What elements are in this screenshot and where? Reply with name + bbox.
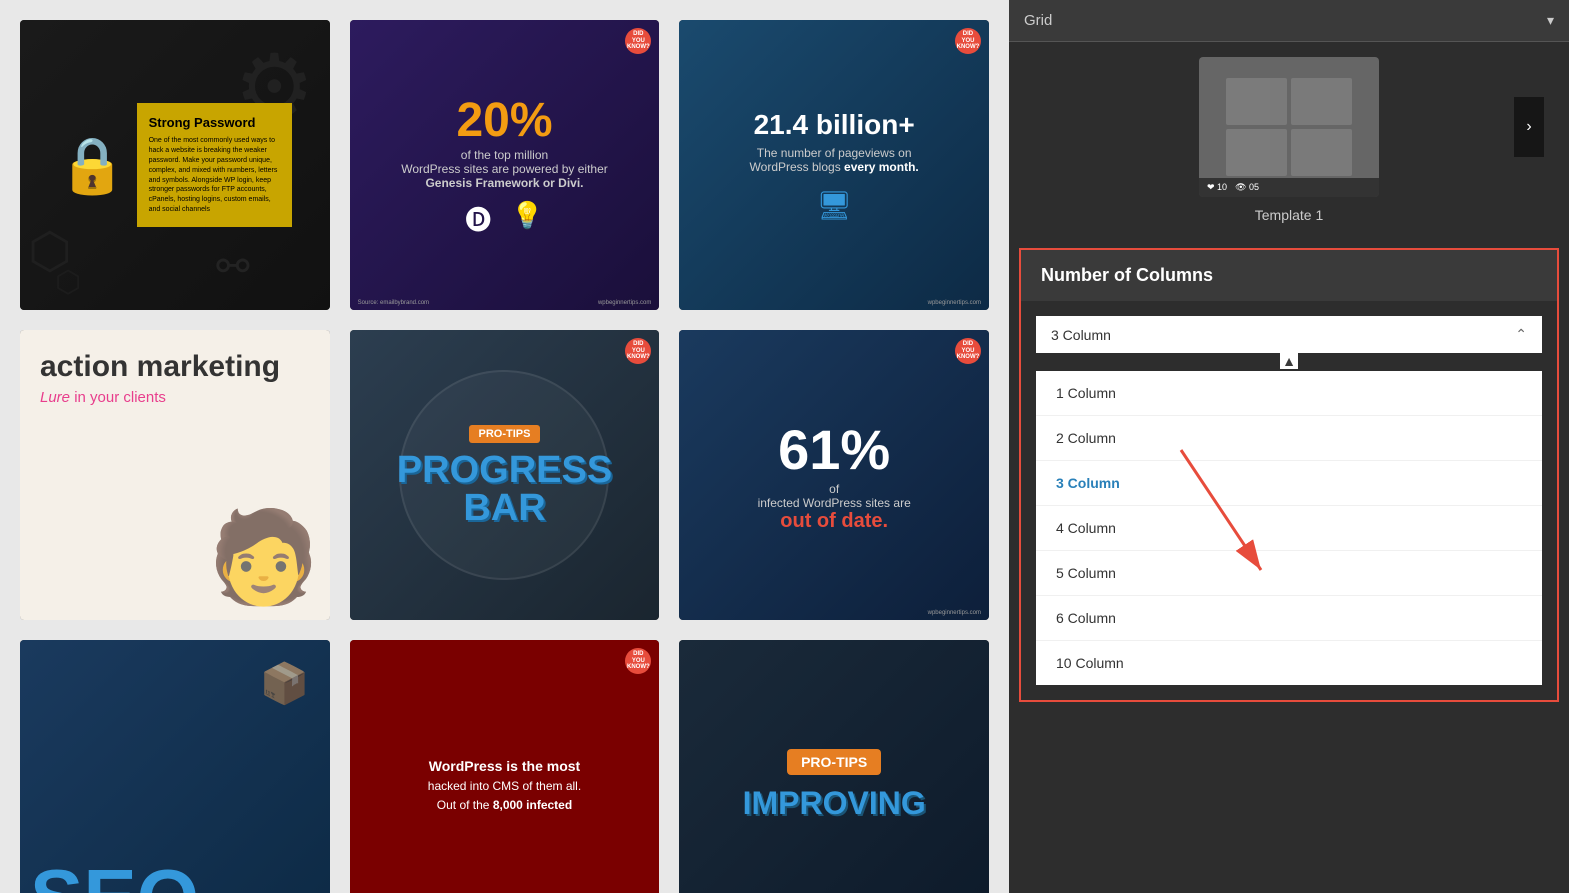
- progress-bar-pro-tips: PRO-TIPS: [469, 425, 541, 443]
- template-heart-bar: ❤ 10 👁 05: [1199, 178, 1379, 197]
- brand-61percent: wpbeginnertips.com: [928, 610, 981, 616]
- column-option-1-label: 1 Column: [1056, 385, 1116, 401]
- column-option-10-label: 10 Column: [1056, 655, 1124, 671]
- column-option-6-label: 6 Column: [1056, 610, 1116, 626]
- badge-21billion: DIDYOUKNOW?: [955, 28, 981, 54]
- chevron-up-icon: ⌃: [1515, 326, 1527, 343]
- column-select-wrapper: 3 Column ⌃: [1036, 316, 1542, 353]
- 61percent-big-text: 61%: [758, 417, 911, 482]
- 20percent-desc2: WordPress sites are powered by either: [401, 162, 608, 176]
- template-preview-area: ❤ 10 👁 05 › Template 1: [1009, 42, 1569, 238]
- grid-item-strong-password[interactable]: ⚙ ⚯ 🔒 Strong Password One of the most co…: [20, 20, 330, 310]
- heart-count: 10: [1217, 182, 1227, 192]
- grid-item-progress-bar[interactable]: DIDYOUKNOW? PRO-TIPS PROGRESS BAR: [350, 330, 660, 620]
- column-option-5-label: 5 Column: [1056, 565, 1116, 581]
- 61percent-desc3: out of date.: [758, 510, 911, 533]
- column-select-display[interactable]: 3 Column ⌃: [1036, 316, 1542, 353]
- badge-20percent: DIDYOUKNOW?: [625, 28, 651, 54]
- 21billion-big-text: 21.4 billion+: [750, 109, 919, 141]
- column-option-1[interactable]: 1 Column: [1036, 371, 1542, 416]
- 20percent-desc3: Genesis Framework or Divi.: [401, 176, 608, 190]
- 21billion-desc1: The number of pageviews on: [750, 146, 919, 160]
- num-columns-title: Number of Columns: [1041, 265, 1537, 286]
- template-next-arrow[interactable]: ›: [1514, 97, 1544, 157]
- 20percent-desc1: of the top million: [401, 148, 608, 162]
- badge-61percent: DIDYOUKNOW?: [955, 338, 981, 364]
- 61percent-desc2: infected WordPress sites are: [758, 496, 911, 510]
- wp-hacked-text3: Out of the: [437, 798, 490, 812]
- wp-hacked-text1: WordPress is the most: [429, 758, 580, 774]
- improving-title: IMPROVING: [743, 785, 926, 822]
- grid-item-20percent[interactable]: DIDYOUKNOW? 20% of the top million WordP…: [350, 20, 660, 310]
- chevron-down-icon: ▾: [1547, 12, 1554, 29]
- badge-wp-hacked: DIDYOUKNOW?: [625, 648, 651, 674]
- column-select-value: 3 Column: [1051, 327, 1111, 343]
- strong-password-title: Strong Password: [149, 115, 280, 130]
- strong-password-desc: One of the most commonly used ways to ha…: [149, 136, 280, 214]
- column-option-4[interactable]: 4 Column: [1036, 506, 1542, 551]
- column-option-2[interactable]: 2 Column: [1036, 416, 1542, 461]
- 20percent-big-text: 20%: [401, 93, 608, 148]
- right-sidebar: Grid ▾ ❤ 10 👁 05 ›: [1009, 0, 1569, 893]
- column-option-6[interactable]: 6 Column: [1036, 596, 1542, 641]
- grid-item-action-marketing[interactable]: action marketing Lure in your clients 🧑: [20, 330, 330, 620]
- action-marketing-subtitle-rest: in your clients: [74, 389, 166, 406]
- brand-21billion: wpbeginnertips.com: [928, 300, 981, 306]
- column-option-2-label: 2 Column: [1056, 430, 1116, 446]
- column-options-list: 1 Column 2 Column 3 Column 4 Column 5 Co…: [1036, 371, 1542, 685]
- seo-title: SEO: [30, 858, 199, 893]
- num-columns-section: Number of Columns 3 Column ⌃ ▲ 1 Column …: [1019, 248, 1559, 702]
- action-marketing-subtitle-lure: Lure: [40, 389, 70, 406]
- column-option-3[interactable]: 3 Column: [1036, 461, 1542, 506]
- 21billion-desc3: every month.: [844, 160, 919, 174]
- main-grid: ⚙ ⚯ 🔒 Strong Password One of the most co…: [0, 0, 1009, 893]
- template-scroll: ❤ 10 👁 05 ›: [1024, 57, 1554, 197]
- improving-pro-tips: PRO-TIPS: [787, 749, 881, 775]
- column-option-10[interactable]: 10 Column: [1036, 641, 1542, 685]
- grid-item-21billion[interactable]: DIDYOUKNOW? 21.4 billion+ The number of …: [679, 20, 989, 310]
- grid-item-wp-hacked[interactable]: DIDYOUKNOW? WordPress is the most hacked…: [350, 640, 660, 893]
- progress-bar-title: PROGRESS BAR: [365, 451, 645, 527]
- 61percent-desc1: of: [829, 482, 839, 496]
- brand-20percent: wpbeginnertips.com: [598, 300, 651, 306]
- grid-dropdown-label: Grid: [1024, 12, 1052, 29]
- grid-item-seo[interactable]: SEO 📦 A creative way to...: [20, 640, 330, 893]
- template-card[interactable]: ❤ 10 👁 05: [1199, 57, 1379, 197]
- column-option-4-label: 4 Column: [1056, 520, 1116, 536]
- template-label: Template 1: [1255, 207, 1323, 223]
- column-option-3-label: 3 Column: [1056, 475, 1120, 491]
- grid-item-61percent[interactable]: DIDYOUKNOW? 61% of infected WordPress si…: [679, 330, 989, 620]
- 21billion-desc2: WordPress blogs: [750, 160, 841, 174]
- grid-item-improving[interactable]: PRO-TIPS IMPROVING: [679, 640, 989, 893]
- eye-count: 05: [1249, 182, 1259, 192]
- source-20percent: Source: emailbybrand.com: [358, 300, 429, 306]
- column-option-5[interactable]: 5 Column: [1036, 551, 1542, 596]
- badge-progress-bar: DIDYOUKNOW?: [625, 338, 651, 364]
- grid-dropdown[interactable]: Grid ▾: [1009, 0, 1569, 42]
- wp-hacked-text2: hacked into CMS of them all.: [428, 779, 581, 793]
- wp-hacked-bold: 8,000 infected: [493, 798, 572, 812]
- action-marketing-title: action marketing: [40, 350, 310, 384]
- num-columns-header: Number of Columns: [1021, 250, 1557, 301]
